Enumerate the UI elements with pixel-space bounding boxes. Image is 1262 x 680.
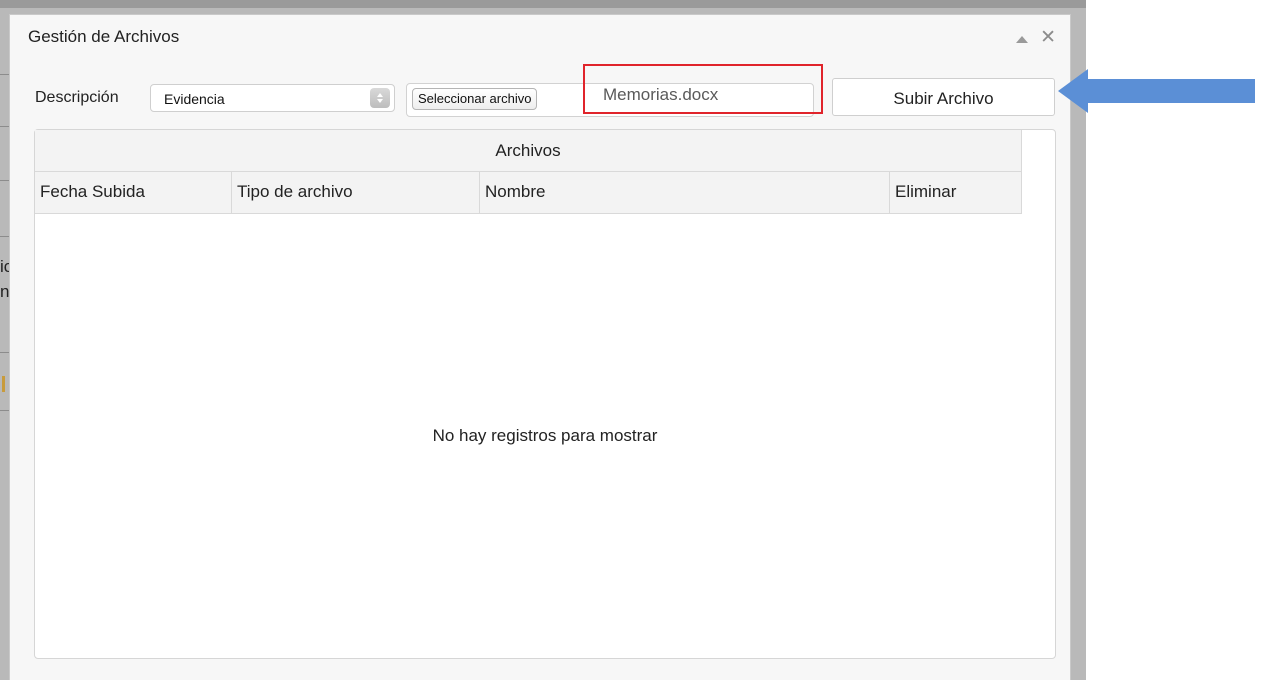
empty-table-message: No hay registros para mostrar [432,426,658,445]
dialog-title: Gestión de Archivos [28,27,180,46]
upload-file-button[interactable]: Subir Archivo [832,78,1055,116]
column-header-name[interactable]: Nombre [480,172,890,213]
column-header-delete[interactable]: Eliminar [890,172,1020,213]
collapse-icon[interactable] [1016,36,1029,43]
dialog-window-controls: ✕ [1016,28,1056,47]
table-caption: Archivos [35,130,1022,172]
arrow-down-icon [377,99,383,103]
column-header-upload-date[interactable]: Fecha Subida [35,172,232,213]
close-icon[interactable]: ✕ [1040,28,1056,47]
description-select[interactable]: Evidencia [150,84,395,112]
files-table: Archivos Fecha Subida Tipo de archivo No… [34,129,1056,659]
table-header-row: Fecha Subida Tipo de archivo Nombre Elim… [35,172,1022,214]
screenshot-stage: ic n Gestión de Archivos ✕ Descripción E… [0,0,1262,680]
file-name-highlight [583,64,823,114]
background-marker [2,376,5,392]
description-select-value: Evidencia [164,91,225,107]
arrow-left-icon [1058,69,1255,113]
select-arrows-icon[interactable] [370,88,390,108]
choose-file-button[interactable]: Seleccionar archivo [412,88,538,110]
dialog-titlebar: Gestión de Archivos ✕ [10,15,1070,61]
arrow-up-icon [377,93,383,97]
column-header-file-type[interactable]: Tipo de archivo [232,172,480,213]
file-management-dialog: Gestión de Archivos ✕ Descripción Eviden… [9,14,1071,680]
description-label: Descripción [35,89,119,106]
